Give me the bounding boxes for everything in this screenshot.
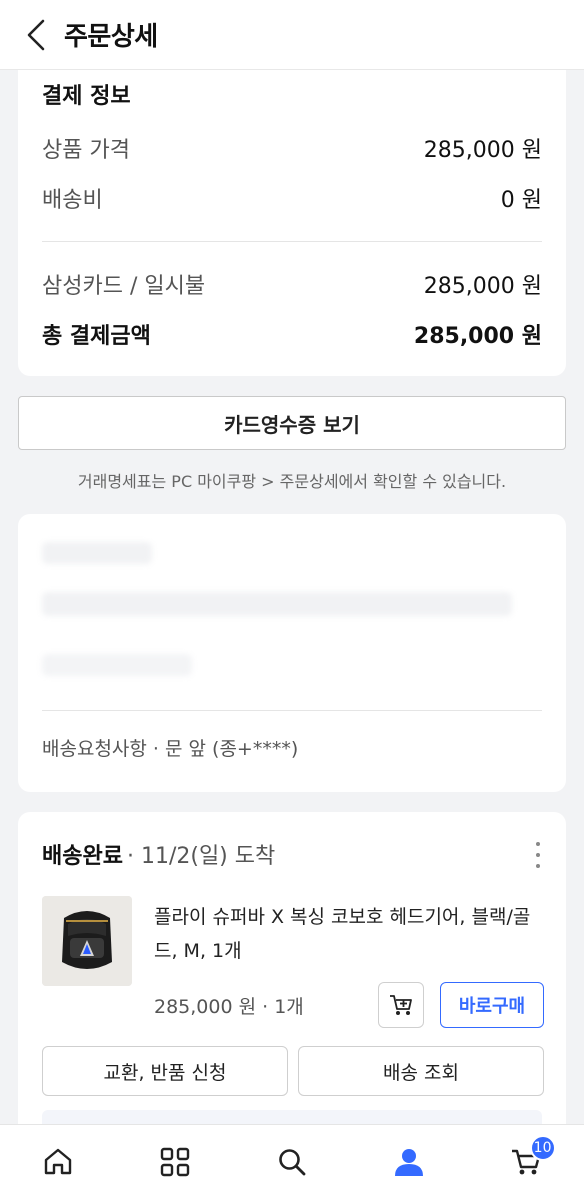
header: 주문상세 [0,0,584,70]
product-price: 285,000 원 · 1개 [154,996,304,1018]
exchange-return-button[interactable]: 교환, 반품 신청 [42,1046,288,1096]
card-receipt-button[interactable]: 카드영수증 보기 [18,396,566,450]
delivery-address-card: 배송요청사항 · 문 앞 (종+****) [18,514,566,792]
cart-count-badge: 10 [529,1134,556,1161]
chevron-left-icon [27,19,45,50]
my-page-icon [394,1148,423,1176]
headgear-image-icon [42,896,132,986]
cart-plus-icon [390,995,412,1015]
bottom-tab-bar: 10 [0,1124,584,1200]
total-row: 총 결제금액 285,000 원 [42,318,542,350]
tab-categories[interactable] [145,1132,205,1192]
divider [42,710,542,711]
track-delivery-button[interactable]: 배송 조회 [298,1046,544,1096]
shipping-row: 배송비 0 원 [42,182,542,214]
payment-info-card: 결제 정보 상품 가격 285,000 원 배송비 0 원 삼성카드 / 일시불… [18,70,566,376]
price-value: 285,000 원 [423,138,542,163]
delivery-request: 배송요청사항 · 문 앞 (종+****) [42,738,299,760]
add-to-cart-button[interactable] [378,982,424,1028]
shipping-label: 배송비 [42,188,103,213]
product-thumbnail[interactable] [42,896,132,986]
redacted-address [42,592,512,616]
payment-method-row: 삼성카드 / 일시불 285,000 원 [42,268,542,300]
payment-section-title: 결제 정보 [42,84,131,109]
back-button[interactable] [14,13,58,57]
home-icon [45,1148,72,1174]
dot-icon [536,864,540,869]
delivery-status: 배송완료 · 11/2(일) 도착 [42,838,275,870]
redacted-recipient [42,542,152,564]
page-title: 주문상세 [64,22,158,52]
tab-home[interactable] [28,1132,88,1192]
divider [42,241,542,242]
dot-icon [536,841,540,846]
receipt-note: 거래명세표는 PC 마이쿠팡 > 주문상세에서 확인할 수 있습니다. [77,472,507,491]
total-value: 285,000 원 [413,324,542,349]
tab-my-page[interactable] [379,1132,439,1192]
buy-now-button[interactable]: 바로구매 [440,982,544,1028]
tab-cart[interactable]: 10 [496,1132,556,1192]
categories-icon [160,1147,190,1176]
arrival-date: · 11/2(일) 도착 [126,844,276,869]
payment-method-label: 삼성카드 / 일시불 [42,274,206,299]
dot-icon [536,852,540,857]
status-label: 배송완료 [42,844,123,869]
search-icon [279,1148,306,1175]
shipping-value: 0 원 [500,188,542,213]
order-item-card: 배송완료 · 11/2(일) 도착 플라이 슈퍼바 X 복싱 코보호 헤드기어,… [18,812,566,1142]
total-label: 총 결제금액 [42,324,151,349]
redacted-phone [42,654,192,676]
payment-method-value: 285,000 원 [423,274,542,299]
product-name[interactable]: 플라이 슈퍼바 X 복싱 코보호 헤드기어, 블랙/골드, M, 1개 [154,900,546,968]
more-options-button[interactable] [528,838,548,872]
price-row: 상품 가격 285,000 원 [42,132,542,164]
price-label: 상품 가격 [42,138,130,163]
tab-search[interactable] [262,1132,322,1192]
